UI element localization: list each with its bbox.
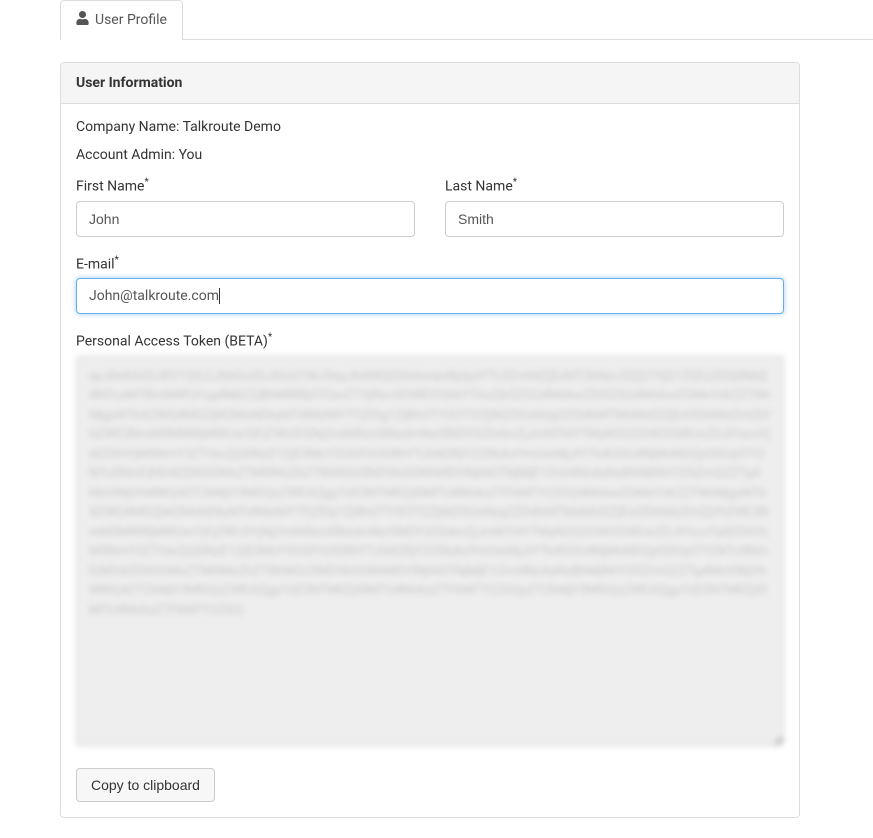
company-name-value: Talkroute Demo [183,119,281,135]
tab-user-profile[interactable]: User Profile [60,0,183,40]
account-admin-label: Account Admin: [76,147,179,163]
required-mark: * [115,255,119,266]
company-name-label: Company Name: [76,119,183,135]
account-admin-line: Account Admin: You [76,147,784,163]
text-cursor [219,288,220,304]
user-info-panel: User Information Company Name: Talkroute… [60,62,800,818]
tab-label: User Profile [95,12,167,28]
email-field[interactable]: John@talkroute.com [76,278,784,314]
copy-to-clipboard-button[interactable]: Copy to clipboard [76,768,215,802]
first-name-label: First Name* [76,177,415,195]
last-name-label: Last Name* [445,177,784,195]
tabs-bar: User Profile [60,0,873,40]
required-mark: * [513,177,517,188]
first-name-field[interactable] [76,201,415,237]
required-mark: * [268,332,272,343]
email-label: E-mail* [76,255,784,273]
company-name-line: Company Name: Talkroute Demo [76,119,784,135]
token-label: Personal Access Token (BETA)* [76,332,784,350]
panel-title: User Information [61,63,799,104]
account-admin-value: You [179,147,203,163]
token-textarea[interactable] [76,356,784,746]
last-name-field[interactable] [445,201,784,237]
user-icon [76,11,89,29]
required-mark: * [144,177,148,188]
email-value: John@talkroute.com [89,288,219,304]
